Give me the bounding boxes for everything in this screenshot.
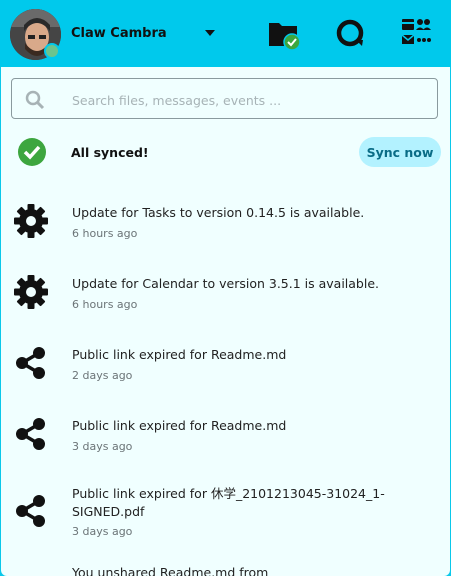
activity-item[interactable]: You unshared Readme.md from bbox=[1, 560, 450, 576]
activity-title: Update for Tasks to version 0.14.5 is av… bbox=[72, 205, 365, 220]
chevron-down-icon[interactable] bbox=[205, 30, 215, 36]
talk-icon bbox=[336, 19, 364, 47]
activity-item[interactable]: Public link expired for Readme.md 2 days… bbox=[1, 337, 450, 397]
activity-time: 6 hours ago bbox=[72, 298, 138, 311]
sync-status-row: All synced! Sync now bbox=[1, 132, 450, 174]
files-button[interactable] bbox=[266, 16, 302, 52]
activity-title: Public link expired for Readme.md bbox=[72, 418, 287, 433]
header-bar: Claw Cambra bbox=[0, 0, 451, 67]
activity-time: 3 days ago bbox=[72, 440, 133, 453]
activity-item[interactable]: Update for Calendar to version 3.5.1 is … bbox=[1, 266, 450, 326]
activity-item[interactable]: Public link expired for 休学_2101213045-31… bbox=[1, 479, 450, 557]
talk-button[interactable] bbox=[332, 16, 368, 52]
activity-item[interactable]: Public link expired for Readme.md 3 days… bbox=[1, 408, 450, 468]
activity-item[interactable]: Update for Tasks to version 0.14.5 is av… bbox=[1, 195, 450, 255]
search-input[interactable] bbox=[70, 89, 414, 111]
apps-button[interactable] bbox=[398, 16, 434, 52]
activity-time: 2 days ago bbox=[72, 369, 133, 382]
activity-title: You unshared Readme.md from bbox=[72, 565, 269, 576]
share-icon bbox=[16, 418, 45, 450]
sync-now-button[interactable]: Sync now bbox=[359, 137, 441, 167]
share-icon bbox=[16, 347, 45, 379]
activity-panel: All synced! Sync now Update for Tasks to… bbox=[1, 67, 450, 576]
activity-title: Public link expired for Readme.md bbox=[72, 347, 287, 362]
activity-time: 6 hours ago bbox=[72, 227, 138, 240]
folder-check-icon bbox=[269, 23, 301, 51]
gear-icon bbox=[14, 204, 48, 238]
user-name: Claw Cambra bbox=[71, 26, 167, 41]
check-circle-icon bbox=[18, 138, 46, 166]
search-icon bbox=[25, 90, 45, 110]
gear-icon bbox=[14, 275, 48, 309]
activity-time: 3 days ago bbox=[72, 525, 133, 538]
apps-icon bbox=[401, 19, 431, 44]
search-box[interactable] bbox=[11, 78, 438, 119]
sync-status-text: All synced! bbox=[71, 145, 149, 160]
activity-title: Public link expired for 休学_2101213045-31… bbox=[72, 486, 385, 519]
share-icon bbox=[16, 495, 45, 527]
online-status-icon bbox=[44, 43, 60, 59]
activity-title: Update for Calendar to version 3.5.1 is … bbox=[72, 276, 379, 291]
